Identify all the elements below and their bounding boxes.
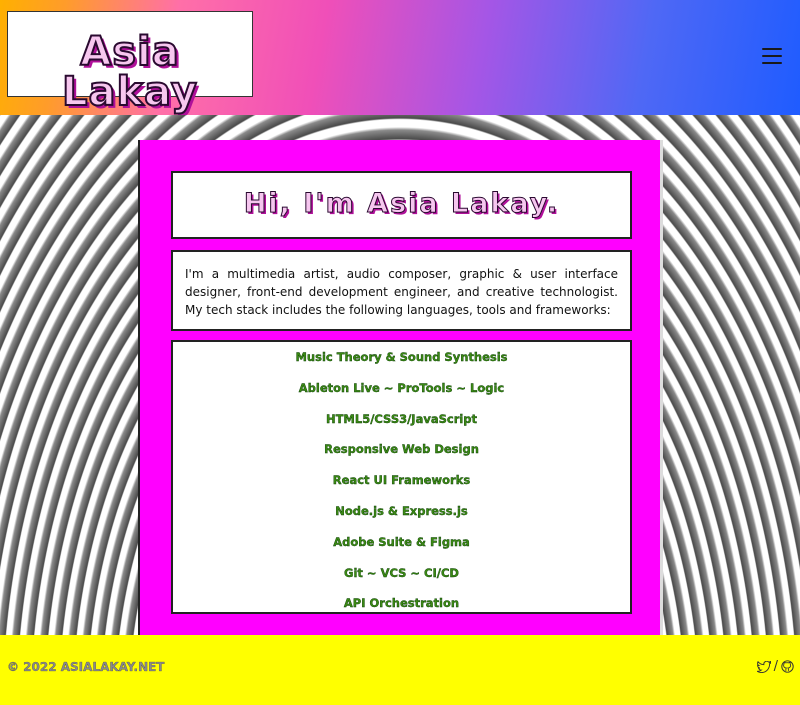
- social-separator: /: [773, 659, 778, 674]
- tech-stack-item: React UI Frameworks: [332, 473, 471, 488]
- main-card: Hi, I'm Asia Lakay. I'm a multimedia art…: [138, 140, 663, 635]
- tech-stack-panel: Music Theory & Sound Synthesis Ableton Li…: [171, 340, 632, 614]
- github-icon[interactable]: [781, 660, 794, 673]
- twitter-icon[interactable]: [756, 660, 771, 673]
- title-panel: Hi, I'm Asia Lakay.: [171, 171, 632, 239]
- hamburger-menu-icon[interactable]: [762, 48, 782, 68]
- logo-text: Asia Lakay: [61, 29, 198, 115]
- tech-stack-item: API Orchestration: [343, 596, 460, 611]
- tech-stack-item: Music Theory & Sound Synthesis: [295, 350, 508, 364]
- intro-panel: I'm a multimedia artist, audio composer,…: [171, 250, 632, 331]
- tech-stack-item: Node.js & Express.js: [335, 503, 468, 518]
- tech-stack-item: Git ~ VCS ~ CI/CD: [344, 565, 459, 580]
- tech-stack-item: Ableton Live ~ ProTools ~ Logic: [298, 380, 505, 395]
- tech-stack-item: Responsive Web Design: [324, 442, 479, 457]
- tech-stack-list: Music Theory & Sound Synthesis Ableton Li…: [173, 347, 630, 624]
- site-logo[interactable]: Asia Lakay: [7, 11, 253, 113]
- social-links: /: [756, 659, 794, 674]
- page-title: Hi, I'm Asia Lakay.: [243, 188, 560, 219]
- copyright-text: © 2022 ASIALAKAY.NET: [7, 660, 165, 674]
- tech-stack-item: Adobe Suite & Figma: [333, 534, 470, 549]
- site-header: Asia Lakay: [0, 0, 800, 115]
- intro-text: I'm a multimedia artist, audio composer,…: [185, 267, 618, 317]
- tech-stack-item: HTML5/CSS3/JavaScript: [325, 411, 478, 426]
- site-footer: © 2022 ASIALAKAY.NET /: [0, 635, 800, 705]
